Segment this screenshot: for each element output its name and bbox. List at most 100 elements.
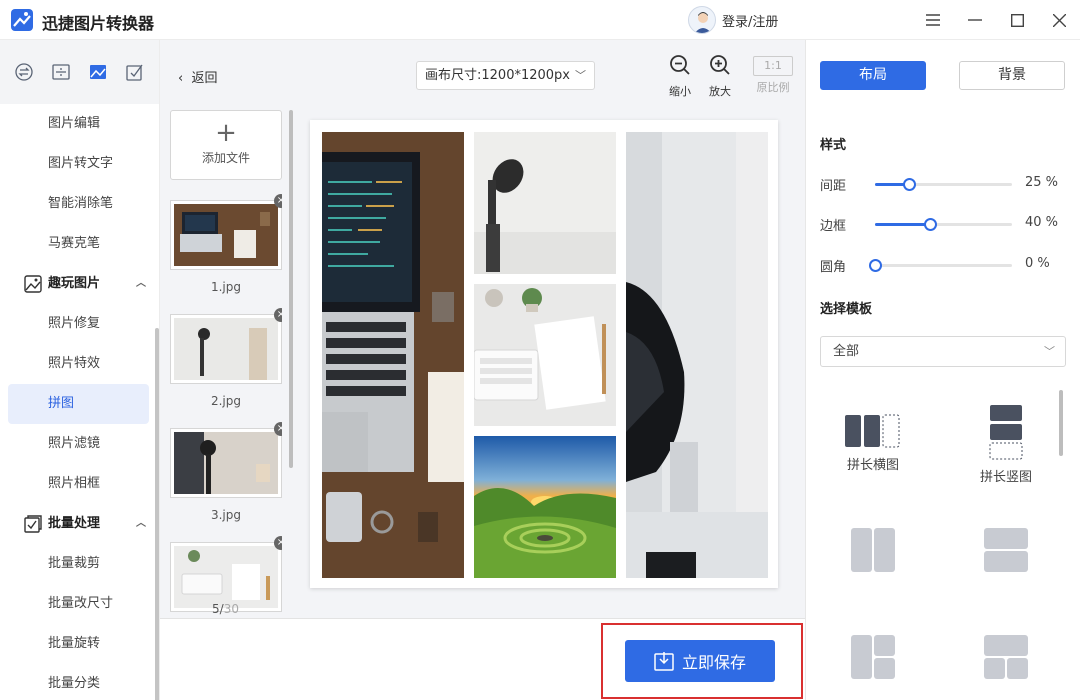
slider-handle[interactable] [869, 259, 882, 272]
template-label: 拼长横图 [846, 458, 899, 473]
back-label: 返回 [191, 71, 218, 86]
zoom-out-label: 缩小 [669, 85, 691, 98]
tab-background[interactable]: 背景 [959, 61, 1065, 90]
sidebar-item-smart-eraser[interactable]: 智能消除笔 [8, 184, 149, 224]
original-ratio-label: 原比例 [756, 81, 790, 94]
picture-icon[interactable] [87, 61, 109, 83]
add-file-label: 添加文件 [201, 151, 250, 165]
remove-file-icon[interactable]: × [274, 536, 282, 550]
collage-cell-studio-mic[interactable] [626, 132, 768, 578]
sidebar-group-batch[interactable]: 批量处理 ︿ [0, 504, 158, 544]
collage-cell-desk[interactable] [474, 284, 616, 426]
zoom-in-label: 放大 [709, 85, 731, 98]
tab-layout[interactable]: 布局 [820, 61, 926, 90]
login-button[interactable]: 登录/注册 [688, 6, 778, 34]
maximize-icon[interactable] [1005, 8, 1029, 32]
sidebar-item-mosaic[interactable]: 马赛克笔 [8, 224, 149, 264]
template-long-vertical[interactable]: 拼长竖图 [961, 404, 1051, 485]
spacing-slider[interactable]: 间距 25 % [820, 174, 1065, 194]
remove-file-icon[interactable]: × [274, 194, 282, 208]
back-button[interactable]: ‹ 返回 [178, 67, 217, 86]
collage-preview[interactable] [310, 120, 778, 588]
template-two-columns-icon [851, 528, 895, 572]
template-two-rows[interactable] [961, 527, 1051, 573]
chevron-down-icon: ﹀ [575, 69, 586, 82]
slider-handle[interactable] [903, 178, 917, 191]
file-thumbnail [170, 314, 282, 384]
collage-cell-landscape[interactable] [474, 436, 616, 578]
file-item[interactable]: × 2.jpg [170, 308, 282, 408]
corner-radius-slider[interactable]: 圆角 0 % [820, 255, 1065, 275]
file-item[interactable]: × 3.jpg [170, 422, 282, 522]
sidebar-item-image-to-text[interactable]: 图片转文字 [8, 144, 149, 184]
collage-cell-microphone[interactable] [474, 132, 616, 274]
sidebar-item-photo-frame[interactable]: 照片相框 [8, 464, 149, 504]
spacing-label: 间距 [820, 179, 847, 194]
template-two-columns[interactable] [828, 527, 918, 573]
template-three-top[interactable] [961, 634, 1051, 680]
bottom-bar: 立即保存 [160, 618, 805, 700]
add-file-button[interactable]: + 添加文件 [170, 110, 282, 180]
zoom-out-button[interactable]: 缩小 [660, 54, 700, 99]
edit-icon[interactable] [124, 61, 146, 83]
sidebar-scrollbar[interactable] [155, 328, 159, 700]
workspace: ‹ 返回 画布尺寸:1200*1200px ﹀ 缩小 放大 1:1 原比例 + … [160, 40, 805, 700]
remove-file-icon[interactable]: × [274, 308, 282, 322]
menu-icon[interactable] [921, 8, 945, 32]
file-item[interactable]: × 1.jpg [170, 194, 282, 294]
save-button[interactable]: 立即保存 [625, 640, 775, 682]
right-panel-scrollbar[interactable] [1059, 390, 1063, 456]
chevron-left-icon: ‹ [178, 71, 192, 86]
slider-track[interactable] [875, 178, 1012, 191]
sidebar-item-image-edit[interactable]: 图片编辑 [8, 104, 149, 144]
cut-icon[interactable] [50, 61, 72, 83]
avatar [688, 6, 716, 34]
template-label: 拼长竖图 [979, 470, 1032, 485]
template-filter-select[interactable]: 全部 ﹀ [820, 336, 1066, 367]
slider-handle[interactable] [923, 218, 937, 231]
template-three-left[interactable] [828, 634, 918, 680]
original-ratio-button[interactable]: 1:1 原比例 [753, 54, 793, 95]
fun-image-icon [24, 275, 42, 293]
border-slider[interactable]: 边框 40 % [820, 214, 1065, 234]
sidebar-item-photo-repair[interactable]: 照片修复 [8, 304, 149, 344]
zoom-in-button[interactable]: 放大 [700, 54, 740, 99]
sidebar-item-batch-crop[interactable]: 批量裁剪 [8, 544, 149, 584]
slider-track[interactable] [869, 259, 1012, 272]
slider-track[interactable] [875, 218, 1012, 231]
sidebar: 图片编辑 图片转文字 智能消除笔 马赛克笔 趣玩图片 ︿ 照片修复 照片特效 拼… [0, 40, 160, 700]
app-title: 迅捷图片转换器 [42, 14, 155, 33]
sidebar-item-batch-rotate[interactable]: 批量旋转 [8, 624, 149, 664]
file-thumbnail [170, 428, 282, 498]
chevron-down-icon: ﹀ [1044, 345, 1055, 358]
corner-radius-value: 0 % [1025, 256, 1050, 271]
file-list: + 添加文件 × 1.jpg × 2.jpg × 3.jpg × [170, 110, 282, 620]
sidebar-group-fun[interactable]: 趣玩图片 ︿ [0, 264, 158, 304]
template-long-horizontal[interactable]: 拼长横图 [828, 414, 918, 473]
title-bar: 迅捷图片转换器 登录/注册 [0, 0, 1080, 40]
sidebar-item-photo-filter[interactable]: 照片滤镜 [8, 424, 149, 464]
chevron-up-icon: ︿ [136, 518, 146, 529]
template-section-title: 选择模板 [820, 302, 873, 317]
close-icon[interactable] [1047, 8, 1071, 32]
sidebar-item-collage[interactable]: 拼图 [8, 384, 149, 424]
canvas-size-select[interactable]: 画布尺寸:1200*1200px ﹀ [416, 61, 595, 90]
convert-icon[interactable] [13, 61, 35, 83]
spacing-value: 25 % [1025, 175, 1059, 190]
minimize-icon[interactable] [963, 8, 987, 32]
file-thumbnail [170, 200, 282, 270]
template-three-top-icon [984, 635, 1028, 679]
sidebar-item-photo-effects[interactable]: 照片特效 [8, 344, 149, 384]
corner-radius-label: 圆角 [820, 260, 847, 275]
template-three-left-icon [851, 635, 895, 679]
zoom-out-icon [670, 55, 690, 75]
batch-icon [24, 515, 42, 533]
remove-file-icon[interactable]: × [274, 422, 282, 436]
file-list-scrollbar[interactable] [289, 110, 293, 468]
chevron-up-icon: ︿ [136, 278, 146, 289]
style-section-title: 样式 [820, 138, 847, 153]
sidebar-item-batch-resize[interactable]: 批量改尺寸 [8, 584, 149, 624]
collage-cell-laptop[interactable] [322, 132, 464, 578]
file-name: 1.jpg [210, 280, 242, 294]
sidebar-item-batch-classify[interactable]: 批量分类 [8, 664, 149, 700]
